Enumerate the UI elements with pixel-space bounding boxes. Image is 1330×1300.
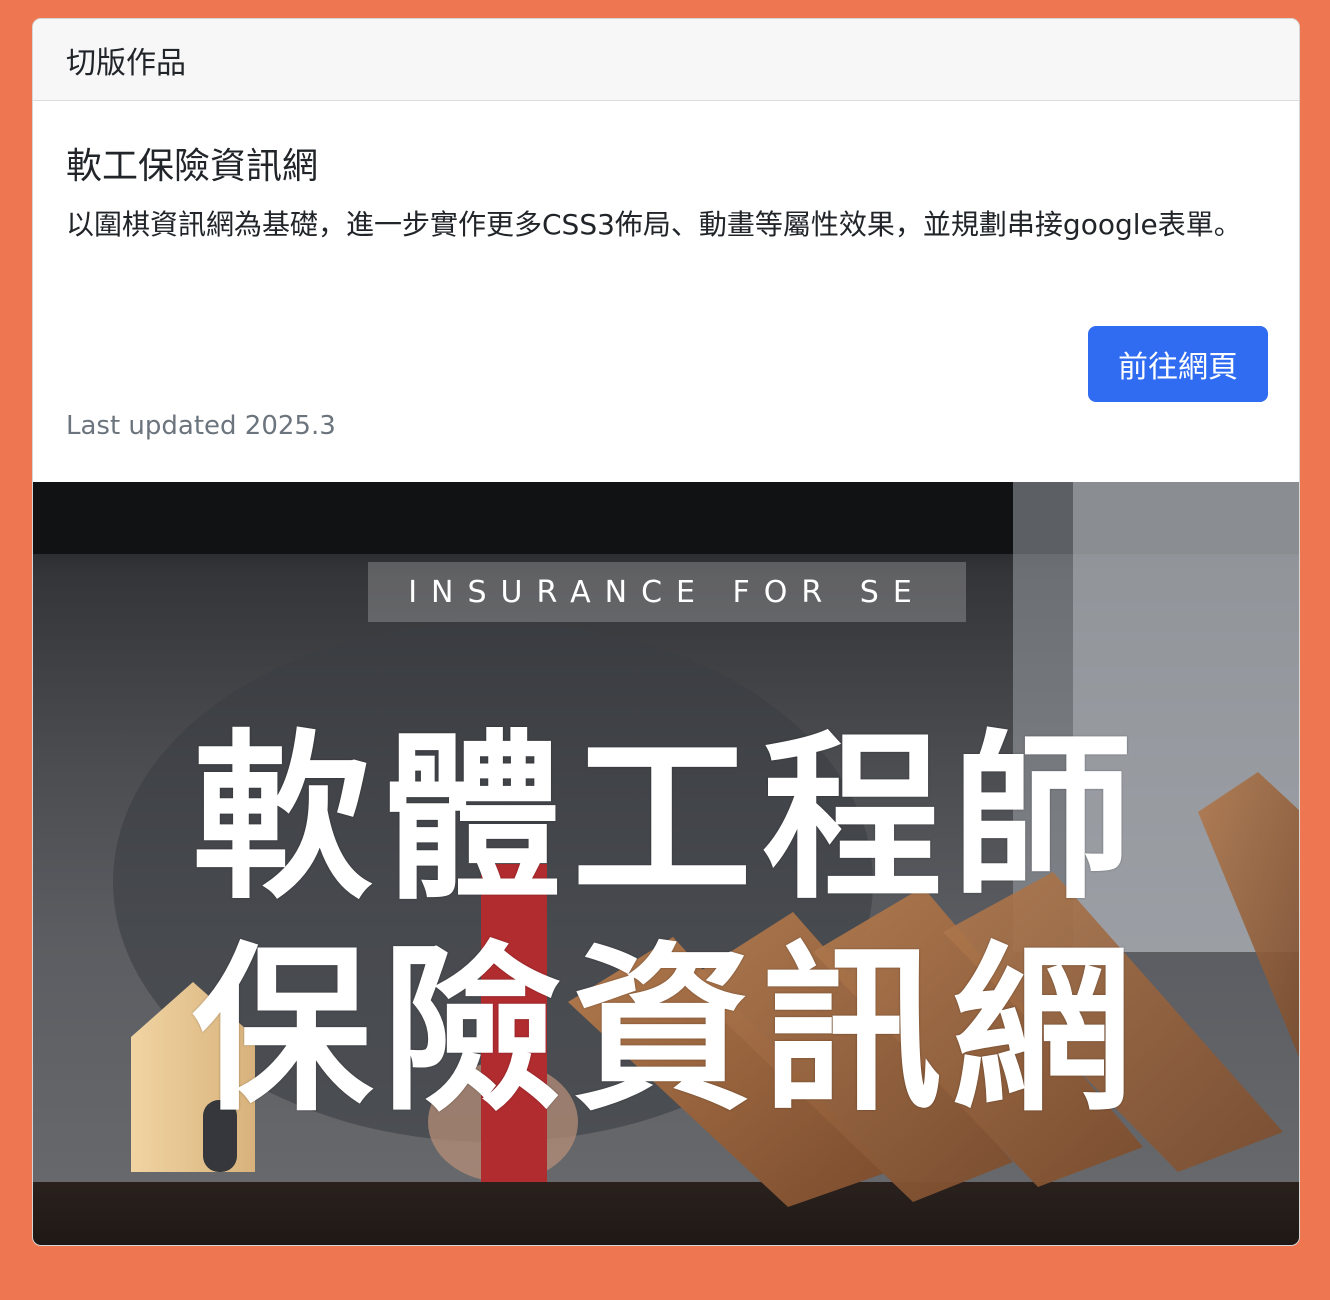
card-description: 以圍棋資訊網為基礎，進一步實作更多CSS3佈局、動畫等屬性效果，並規劃串接goo… — [66, 208, 1242, 241]
card-body: 軟工保險資訊網 以圍棋資訊網為基礎，進一步實作更多CSS3佈局、動畫等屬性效果，… — [33, 101, 1299, 482]
go-to-webpage-button[interactable]: 前往網頁 — [1088, 326, 1268, 402]
banner-table-surface — [33, 1182, 1299, 1245]
project-card: 切版作品 軟工保險資訊網 以圍棋資訊網為基礎，進一步實作更多CSS3佈局、動畫等… — [32, 18, 1300, 1246]
banner-title-line-2: 保險資訊網 — [191, 927, 1142, 1136]
project-banner-image[interactable]: INSURANCE FOR SE 軟體工程師 保險資訊網 — [33, 482, 1299, 1245]
card-title: 軟工保險資訊網 — [66, 146, 319, 187]
card-header: 切版作品 — [33, 19, 1299, 101]
banner-tag-text: INSURANCE FOR SE — [368, 562, 966, 622]
last-updated-text: Last updated 2025.3 — [66, 411, 336, 441]
